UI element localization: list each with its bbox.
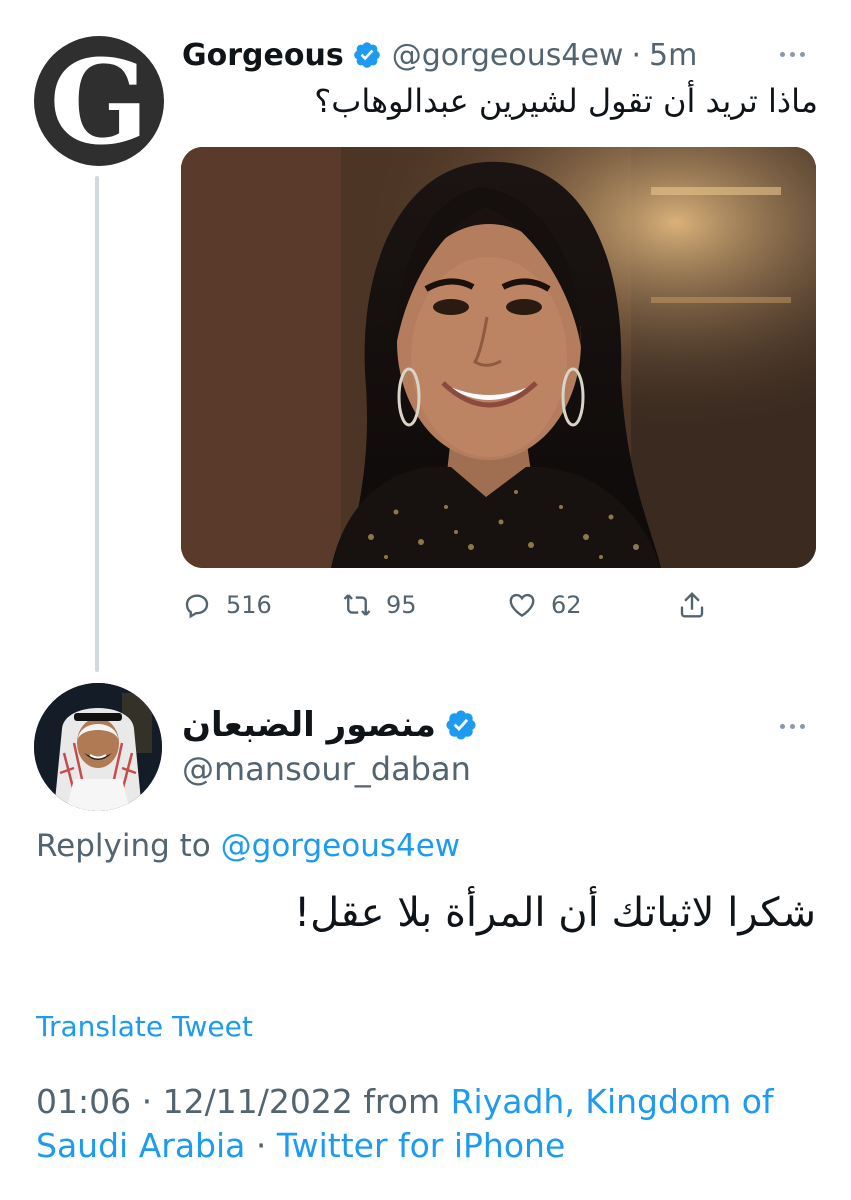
thread-connector-line: [95, 176, 99, 672]
avatar-logo-letter: G: [49, 36, 149, 166]
retweet-count: 95: [386, 591, 417, 619]
like-action[interactable]: 62: [507, 590, 582, 620]
reply-tweet-text: شكرا لاثباتك أن المرأة بلا عقل!: [294, 890, 816, 936]
parent-tweet-text: ماذا تريد أن تقول لشيرين عبدالوهاب؟: [314, 82, 818, 120]
reply-count: 516: [226, 591, 272, 619]
parent-display-name[interactable]: Gorgeous: [182, 38, 344, 73]
reply-tweet-header: منصور الضبعان: [182, 699, 488, 751]
reply-action[interactable]: 516: [182, 590, 272, 620]
tweet-date[interactable]: 12/11/2022: [163, 1082, 353, 1121]
translate-tweet-link[interactable]: Translate Tweet: [36, 1010, 253, 1043]
like-count: 62: [551, 591, 582, 619]
meta-separator: ·: [631, 37, 642, 73]
from-label: from: [363, 1082, 441, 1121]
retweet-action[interactable]: 95: [342, 590, 417, 620]
client-link[interactable]: Twitter for iPhone: [277, 1126, 565, 1165]
tweet-photo-illustration: [181, 147, 816, 568]
verified-badge-icon: [446, 710, 476, 740]
tweet-timestamp-block: 01:06 · 12/11/2022 from Riyadh, Kingdom …: [36, 1080, 816, 1168]
parent-tweet-header: Gorgeous @gorgeous4ew · 5m: [182, 34, 697, 76]
reply-avatar[interactable]: [34, 683, 162, 811]
retweet-icon: [343, 594, 371, 616]
heart-icon: [509, 593, 535, 618]
more-dots-icon[interactable]: [780, 724, 805, 729]
meta-separator: ·: [255, 1126, 267, 1165]
more-dots-icon[interactable]: [780, 52, 805, 57]
parent-time-ago[interactable]: 5m: [649, 38, 697, 73]
tweet-photo[interactable]: [181, 147, 816, 568]
reply-handle[interactable]: @mansour_daban: [182, 750, 471, 788]
reply-avatar-portrait: [34, 683, 162, 811]
share-icon: [680, 592, 704, 618]
reply-icon: [185, 594, 209, 619]
replying-to-handle-link[interactable]: @gorgeous4ew: [221, 828, 461, 864]
verified-badge-icon: [353, 42, 380, 68]
replying-to-prefix: Replying to: [36, 828, 211, 864]
parent-avatar[interactable]: G: [34, 36, 164, 166]
share-action[interactable]: [677, 590, 707, 620]
meta-separator: ·: [141, 1082, 153, 1121]
replying-to-line: Replying to @gorgeous4ew: [36, 828, 460, 864]
parent-handle[interactable]: @gorgeous4ew: [392, 38, 624, 73]
tweet-actions-bar: 516 95 62: [182, 590, 722, 630]
reply-display-name[interactable]: منصور الضبعان: [182, 705, 436, 745]
tweet-time[interactable]: 01:06: [36, 1082, 131, 1121]
